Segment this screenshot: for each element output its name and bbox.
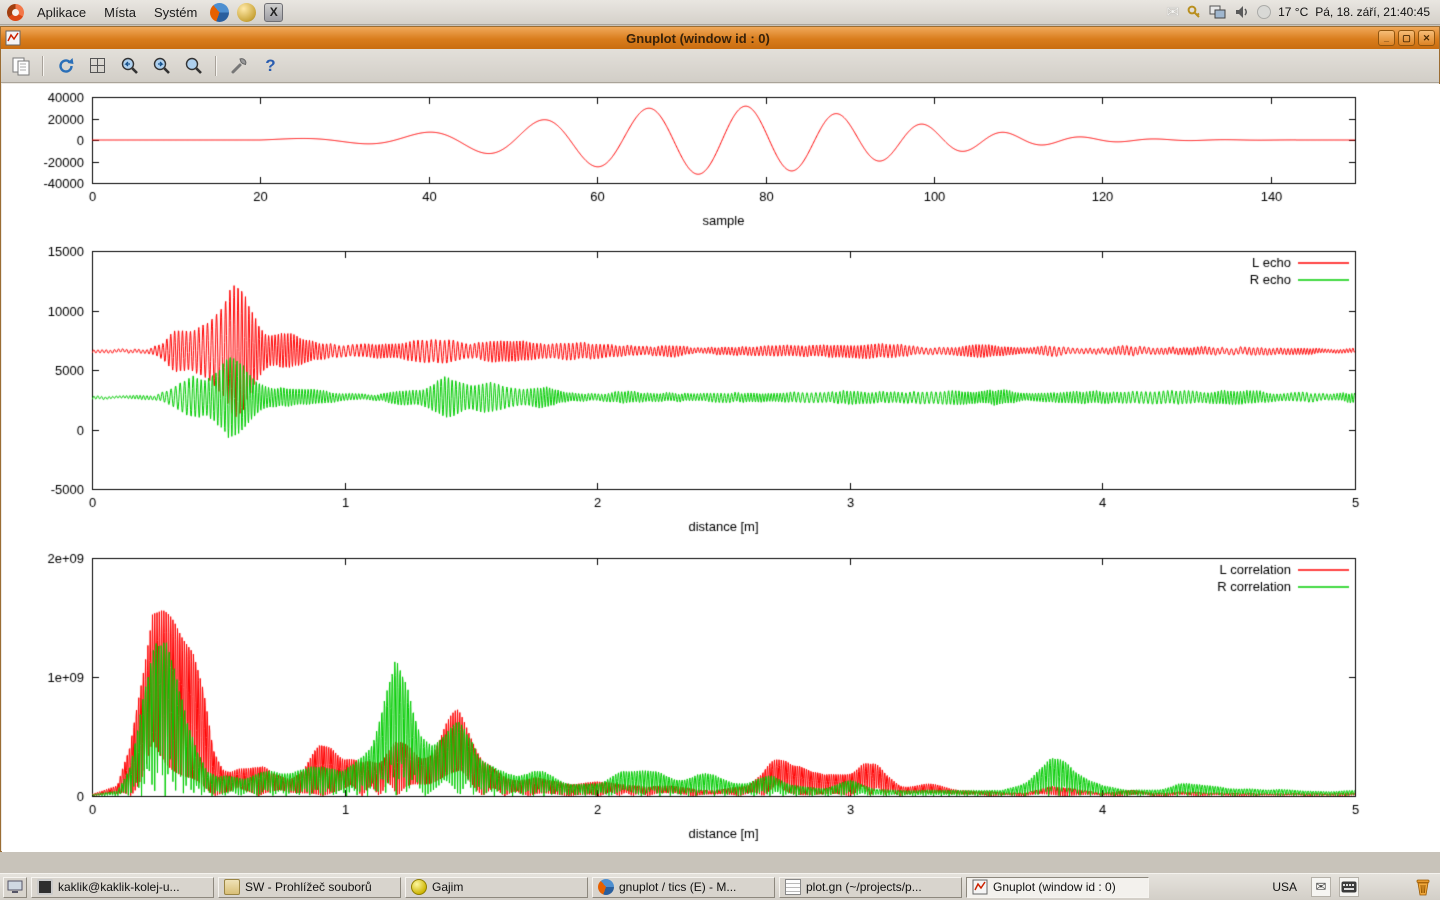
text-editor-icon (785, 879, 801, 895)
menu-system[interactable]: Systém (146, 2, 205, 23)
window-icon (5, 30, 21, 46)
clock-label[interactable]: Pá, 18. září, 21:40:45 (1315, 5, 1430, 19)
sphere-launcher-icon[interactable] (237, 3, 256, 22)
desktop: Aplikace Místa Systém X ✉ 17 °C Pá, 18. … (0, 0, 1440, 900)
gnuplot-icon (972, 879, 988, 895)
grid-icon (90, 58, 105, 73)
taskbar-tray: USA ✉ (1266, 877, 1437, 897)
plot-area (2, 84, 1438, 850)
autoscale-button[interactable] (180, 52, 207, 79)
temperature-label[interactable]: 17 °C (1278, 5, 1308, 19)
zoom-previous-button[interactable] (116, 52, 143, 79)
taskbar-item-gnuplot[interactable]: Gnuplot (window id : 0) (966, 877, 1149, 898)
system-tray: ✉ 17 °C Pá, 18. září, 21:40:45 (1167, 3, 1436, 21)
firefox-icon (598, 879, 614, 895)
toolbar-separator (215, 56, 217, 76)
taskbar-item-gajim[interactable]: Gajim (405, 877, 588, 898)
keyboard-layout-indicator[interactable]: USA (1266, 878, 1303, 896)
gnuplot-plots-canvas[interactable] (2, 84, 1440, 852)
window-title: Gnuplot (window id : 0) (21, 31, 1375, 46)
taskbar-item-terminal[interactable]: kaklik@kaklik-kolej-u... (31, 877, 214, 898)
minimize-button[interactable]: _ (1378, 30, 1395, 46)
window-titlebar[interactable]: Gnuplot (window id : 0) _ ▢ ✕ (1, 27, 1439, 49)
close-button[interactable]: ✕ (1418, 30, 1435, 46)
zoom-next-button[interactable] (148, 52, 175, 79)
gajim-icon (411, 879, 427, 895)
mail-tray-icon[interactable]: ✉ (1311, 877, 1331, 897)
screens-icon[interactable] (1209, 5, 1227, 20)
toggle-grid-button[interactable] (84, 52, 111, 79)
mail-icon[interactable]: ✉ (1167, 3, 1180, 21)
key-icon[interactable] (1186, 4, 1202, 20)
gnuplot-window: Gnuplot (window id : 0) _ ▢ ✕ (0, 26, 1440, 852)
weather-icon[interactable] (1257, 5, 1271, 19)
help-icon: ? (265, 56, 275, 76)
taskbar-item-file-manager[interactable]: SW - Prohlížeč souborů (218, 877, 401, 898)
xterm-launcher-icon[interactable]: X (264, 3, 283, 22)
ubuntu-logo-icon[interactable] (7, 4, 24, 21)
taskbar-item-browser[interactable]: gnuplot / tics (E) - M... (592, 877, 775, 898)
taskbar-item-editor[interactable]: plot.gn (~/projects/p... (779, 877, 962, 898)
replot-button[interactable] (52, 52, 79, 79)
menu-mista[interactable]: Místa (96, 2, 144, 23)
firefox-launcher-icon[interactable] (210, 3, 229, 22)
help-button[interactable]: ? (257, 52, 284, 79)
maximize-button[interactable]: ▢ (1398, 30, 1415, 46)
file-manager-icon (224, 879, 240, 895)
volume-icon[interactable] (1234, 4, 1250, 20)
terminal-icon (37, 879, 53, 895)
window-toolbar: ? (1, 49, 1439, 83)
show-desktop-button[interactable] (3, 877, 27, 898)
toolbar-separator (42, 56, 44, 76)
trash-icon[interactable] (1413, 877, 1433, 897)
copy-to-clipboard-button[interactable] (7, 52, 34, 79)
menu-aplikace[interactable]: Aplikace (29, 2, 94, 23)
configure-button[interactable] (225, 52, 252, 79)
top-panel: Aplikace Místa Systém X ✉ 17 °C Pá, 18. … (0, 0, 1440, 25)
taskbar: kaklik@kaklik-kolej-u... SW - Prohlížeč … (0, 873, 1440, 900)
keyboard-tray-icon[interactable] (1339, 877, 1359, 897)
